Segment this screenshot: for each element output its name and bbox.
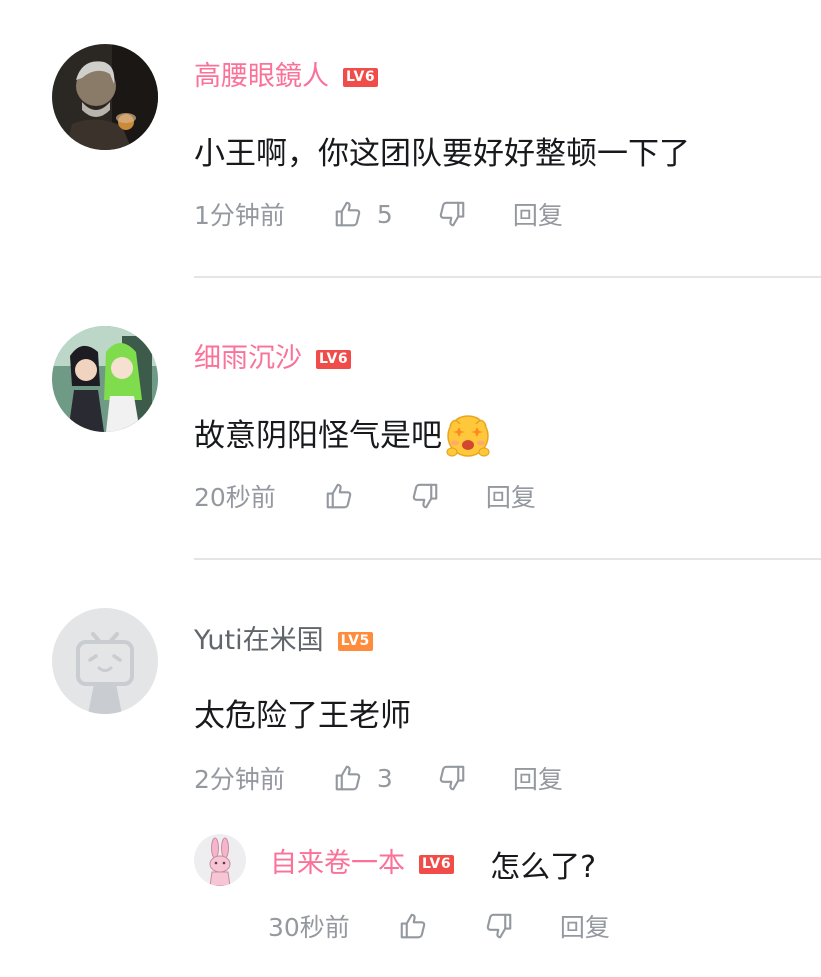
reply-button[interactable]: 回复: [513, 196, 563, 232]
reply-button[interactable]: 回复: [560, 908, 610, 944]
avatar[interactable]: [194, 834, 246, 886]
shocked-face-emoji: [444, 412, 492, 460]
level-badge: LV6: [419, 854, 455, 874]
dislike-button[interactable]: [484, 911, 514, 941]
avatar[interactable]: [52, 326, 158, 432]
dislike-button[interactable]: [410, 481, 440, 511]
dislike-button[interactable]: [437, 199, 467, 229]
thumbs-down-icon: [486, 913, 512, 939]
reply-text: 怎么了?: [490, 850, 597, 885]
comment-time: 1分钟前: [194, 201, 285, 230]
dislike-button[interactable]: [437, 763, 467, 793]
like-count: 5: [376, 199, 393, 229]
thumbs-up-icon: [335, 201, 361, 227]
reply-button[interactable]: 回复: [513, 760, 563, 796]
divider: [194, 558, 821, 560]
level-badge: LV6: [316, 349, 352, 369]
comment-time: 2分钟前: [194, 765, 285, 794]
avatar[interactable]: [52, 608, 158, 714]
thumbs-down-icon: [412, 483, 438, 509]
like-button[interactable]: [324, 481, 354, 511]
thumbs-up-icon: [400, 913, 426, 939]
comment-time: 30秒前: [268, 913, 350, 942]
like-button[interactable]: 5: [333, 199, 393, 229]
thumbs-up-icon: [326, 483, 352, 509]
level-badge: LV5: [337, 631, 373, 651]
username[interactable]: 自来卷一本: [270, 847, 405, 881]
like-count: 3: [376, 763, 393, 793]
username[interactable]: 高腰眼鏡人: [194, 60, 329, 94]
avatar[interactable]: [52, 44, 158, 150]
like-button[interactable]: 3: [333, 763, 393, 793]
thumbs-down-icon: [439, 201, 465, 227]
username[interactable]: Yuti在米国: [194, 624, 324, 658]
thumbs-up-icon: [335, 765, 361, 791]
comment-text: 故意阴阳怪气是吧: [194, 412, 492, 460]
comment-time: 20秒前: [194, 483, 276, 512]
thumbs-down-icon: [439, 765, 465, 791]
reply-button[interactable]: 回复: [486, 478, 536, 514]
like-button[interactable]: [398, 911, 428, 941]
comment-text: 小王啊，你这团队要好好整顿一下了: [194, 136, 690, 172]
comment-text: 太危险了王老师: [194, 698, 411, 734]
username[interactable]: 细雨沉沙: [194, 342, 302, 376]
level-badge: LV6: [343, 67, 379, 87]
divider: [194, 276, 821, 278]
